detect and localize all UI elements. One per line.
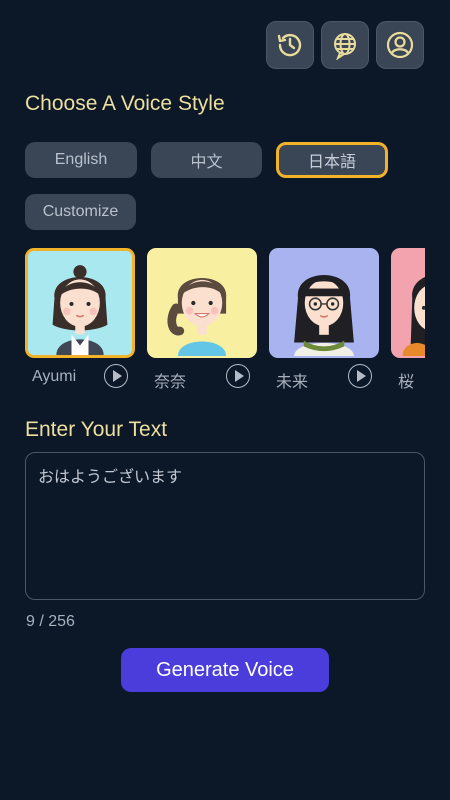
- avatar[interactable]: [269, 248, 379, 358]
- voice-card-nana[interactable]: 奈奈: [147, 248, 259, 394]
- lang-english-button[interactable]: English: [25, 142, 137, 178]
- voice-style-title: Choose A Voice Style: [25, 92, 225, 115]
- avatar[interactable]: [391, 248, 425, 358]
- profile-button[interactable]: [376, 21, 424, 69]
- text-input[interactable]: おはようございます: [25, 452, 425, 600]
- play-icon[interactable]: [104, 364, 128, 388]
- voice-name: 奈奈: [154, 374, 187, 391]
- lang-chinese-button[interactable]: 中文: [151, 142, 262, 178]
- avatar-image: [271, 250, 377, 356]
- character-counter: 9 / 256: [26, 613, 75, 630]
- generate-voice-button[interactable]: Generate Voice: [121, 648, 329, 692]
- voice-card-ayumi[interactable]: Ayumi: [25, 248, 137, 394]
- avatar-image: [28, 251, 132, 355]
- play-icon[interactable]: [226, 364, 250, 388]
- avatar-image: [393, 250, 425, 356]
- voice-name: 桜: [398, 374, 415, 391]
- app-screen: Choose A Voice Style English 中文 日本語 Cust…: [0, 0, 450, 800]
- voice-card-sakura[interactable]: 桜: [391, 248, 425, 394]
- customize-button[interactable]: Customize: [25, 194, 136, 230]
- voice-list: Ayumi 奈奈 未来 桜: [25, 248, 425, 398]
- enter-text-title: Enter Your Text: [25, 418, 168, 441]
- history-button[interactable]: [266, 21, 314, 69]
- language-button[interactable]: [321, 21, 369, 69]
- voice-name: Ayumi: [32, 368, 77, 385]
- avatar-image: [149, 250, 255, 356]
- history-icon: [277, 33, 302, 57]
- lang-japanese-button[interactable]: 日本語: [276, 142, 388, 178]
- avatar[interactable]: [147, 248, 257, 358]
- voice-card-mirai[interactable]: 未来: [269, 248, 381, 394]
- avatar[interactable]: [25, 248, 135, 358]
- voice-name: 未来: [276, 374, 309, 391]
- play-icon[interactable]: [348, 364, 372, 388]
- globe-chat-icon: [334, 33, 356, 60]
- user-profile-icon: [386, 31, 414, 59]
